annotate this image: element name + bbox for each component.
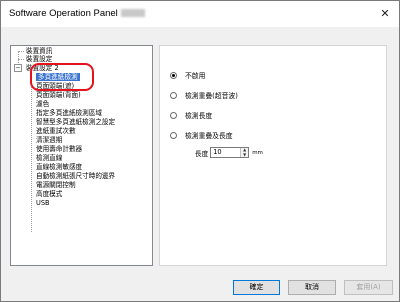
- tree-item-altitude-mode[interactable]: 高度模式: [36, 190, 62, 198]
- tree-connector: [31, 72, 32, 232]
- tree-item-multifeed-area[interactable]: 指定多頁進紙檢測區域: [36, 109, 102, 117]
- radio-label: 檢測重疊(超音波): [185, 92, 238, 100]
- tree-item-streak-sensitivity[interactable]: 直線檢測敏感度: [36, 163, 82, 171]
- radio-label: 不啟用: [185, 72, 206, 80]
- tree-item-device-setting[interactable]: 裝置設定: [26, 55, 52, 63]
- radio-label: 檢測長度: [185, 112, 213, 120]
- tree-item-usb[interactable]: USB: [36, 199, 50, 207]
- cancel-button[interactable]: 取消: [288, 280, 336, 295]
- window-title-text: Software Operation Panel: [9, 8, 118, 19]
- radio-button[interactable]: [170, 91, 177, 99]
- tree-item-color-filter[interactable]: 濾色: [36, 100, 49, 108]
- title-blur: [120, 9, 145, 18]
- radio-button[interactable]: [170, 111, 177, 119]
- radio-disabled-option[interactable]: 不啟用: [170, 70, 205, 80]
- radio-label: 檢測重疊及長度: [185, 132, 233, 140]
- settings-window: Software Operation Panel ✕ 裝置資訊 裝置設定 − 裝…: [0, 0, 400, 302]
- radio-overlap-ultrasonic[interactable]: 檢測重疊(超音波): [170, 90, 238, 100]
- length-unit: mm: [252, 149, 263, 156]
- length-setting: 長度 10 ▲ ▼ mm: [195, 147, 263, 158]
- ok-button[interactable]: 確定: [233, 280, 280, 295]
- tree-item-vertical-streaks[interactable]: 檢測直線: [36, 154, 62, 162]
- length-value[interactable]: 10: [213, 148, 221, 156]
- length-label: 長度: [195, 149, 209, 158]
- radio-check-length[interactable]: 檢測長度: [170, 110, 212, 120]
- options-panel: 不啟用 檢測重疊(超音波) 檢測長度 檢測重疊及長度: [159, 45, 387, 266]
- radio-overlap-and-length[interactable]: 檢測重疊及長度: [170, 130, 233, 140]
- tree-item-feed-retry[interactable]: 進紙重試次數: [36, 127, 76, 135]
- close-icon[interactable]: ✕: [375, 4, 395, 22]
- tree-connector: [18, 51, 24, 52]
- tree-item-life-counter[interactable]: 使用壽命計數器: [36, 145, 82, 153]
- title-bar: Software Operation Panel ✕: [1, 1, 399, 27]
- tree-connector: [18, 59, 24, 60]
- window-title: Software Operation Panel: [9, 8, 145, 19]
- tree-item-cleaning-cycle[interactable]: 清潔週期: [36, 136, 62, 144]
- spin-arrows-icon[interactable]: ▲ ▼: [240, 147, 249, 157]
- collapse-icon[interactable]: −: [14, 64, 22, 72]
- tree-item-autosize-margin[interactable]: 自動檢測紙張尺寸時的邊界: [36, 172, 115, 180]
- tree-item-power-off-control[interactable]: 電源關閉控制: [36, 181, 76, 189]
- tree-item-device-info[interactable]: 裝置資訊: [26, 47, 52, 55]
- tree-item-page-edge-back[interactable]: 頁面頭端(背面): [36, 91, 81, 99]
- length-stepper[interactable]: 10 ▲ ▼: [210, 147, 250, 158]
- apply-button[interactable]: 套用(A): [344, 280, 393, 295]
- radio-button[interactable]: [170, 71, 177, 79]
- callout-highlight: [30, 63, 94, 91]
- tree-item-intelligent-multifeed[interactable]: 智慧型多頁進紙檢測之設定: [36, 118, 115, 126]
- radio-button[interactable]: [170, 131, 177, 139]
